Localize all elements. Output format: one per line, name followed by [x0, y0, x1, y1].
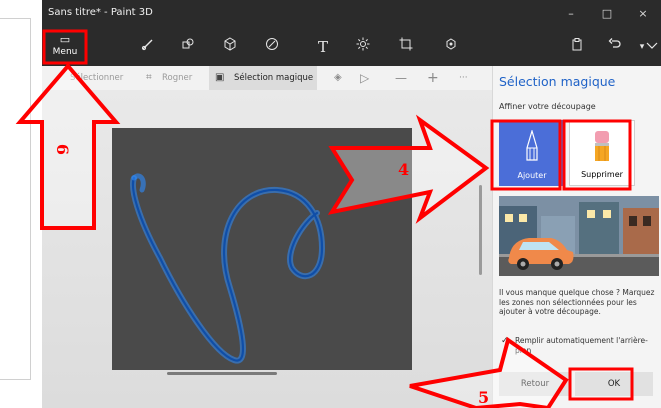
pencil-add-icon: [526, 130, 538, 161]
folder-icon: ▭: [59, 33, 71, 46]
main-toolbar: ▭ Menu T ▾: [42, 28, 661, 66]
horizontal-scrollbar[interactable]: [167, 372, 277, 375]
minimize-button[interactable]: –: [553, 0, 589, 28]
magic-select-tab[interactable]: ▣ Sélection magique: [209, 66, 317, 90]
shapes-2d-icon[interactable]: [175, 35, 201, 59]
window-title: Sans titre* - Paint 3D: [48, 7, 153, 18]
magic-select-icon: ▣: [215, 72, 225, 83]
shapes-3d-icon[interactable]: [217, 35, 243, 59]
title-bar: Sans titre* - Paint 3D – □ ×: [42, 0, 661, 28]
expand-ribbon-icon[interactable]: [643, 35, 661, 59]
signature-stroke: [130, 173, 326, 364]
back-button[interactable]: Retour: [499, 372, 571, 396]
more-options-button[interactable]: ···: [459, 66, 468, 90]
close-button[interactable]: ×: [625, 0, 661, 28]
add-button[interactable]: Ajouter: [499, 120, 565, 186]
menu-label: Menu: [52, 47, 78, 57]
crop-icon[interactable]: ⌗: [146, 66, 152, 90]
menu-button[interactable]: ▭ Menu: [46, 32, 84, 62]
text-icon[interactable]: T: [310, 35, 336, 59]
maximize-button[interactable]: □: [589, 0, 625, 28]
vertical-scrollbar[interactable]: [479, 185, 482, 275]
flag-icon[interactable]: ▷: [360, 66, 369, 90]
select-button[interactable]: Sélectionner: [70, 66, 123, 90]
remove-button[interactable]: Supprimer: [569, 120, 635, 186]
panel-title: Sélection magique: [499, 74, 616, 89]
library-3d-icon[interactable]: [438, 35, 464, 59]
eraser-icon: [595, 131, 609, 161]
3d-rotate-icon[interactable]: ◈: [334, 66, 342, 90]
step-number-5: 5: [478, 388, 490, 407]
magic-select-panel: Sélection magique Affiner votre découpag…: [492, 66, 661, 408]
effects-icon[interactable]: [350, 35, 376, 59]
crop-button[interactable]: Rogner: [162, 66, 192, 90]
checkmark-icon: ✓: [501, 336, 509, 346]
paint3d-window: Sans titre* - Paint 3D – □ × ▭ Menu T ▾ …: [42, 0, 661, 408]
brush-icon[interactable]: [135, 35, 161, 59]
drawing-canvas[interactable]: [112, 128, 412, 370]
remove-label: Supprimer: [581, 170, 623, 179]
add-label: Ajouter: [517, 171, 547, 180]
magic-select-label: Sélection magique: [234, 73, 314, 83]
car-illustration: [499, 196, 659, 276]
help-text: Il vous manque quelque chose ? Marquez l…: [499, 288, 655, 316]
autofill-label: Remplir automatiquement l'arrière-plan: [515, 336, 648, 355]
zoom-out-button[interactable]: —: [395, 66, 407, 90]
paste-icon[interactable]: [564, 35, 590, 59]
ok-button[interactable]: OK: [575, 372, 653, 396]
canvas-icon[interactable]: [393, 35, 419, 59]
panel-subtitle: Affiner votre découpage: [499, 102, 596, 111]
stickers-icon[interactable]: [259, 35, 285, 59]
selection-toolbar: Sélectionner ⌗ Rogner ▣ Sélection magiqu…: [42, 66, 492, 91]
step-number-6: 6: [53, 143, 73, 156]
undo-icon[interactable]: [602, 35, 628, 59]
background-window-strip: [0, 0, 42, 408]
zoom-in-button[interactable]: +: [427, 66, 439, 90]
step-number-4: 4: [398, 160, 410, 179]
